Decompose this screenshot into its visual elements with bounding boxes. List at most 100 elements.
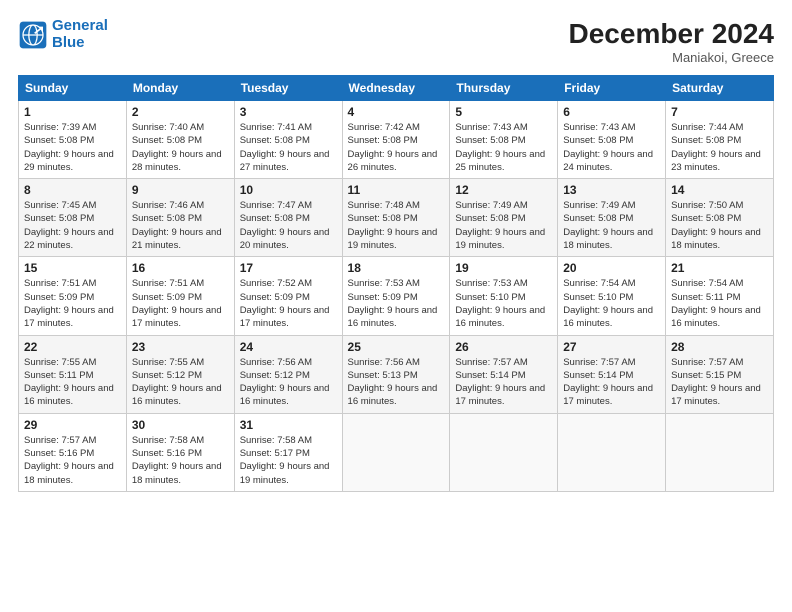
day-info: Sunrise: 7:53 AM Sunset: 5:09 PM Dayligh… <box>348 277 445 330</box>
sunrise-time: 7:57 AM <box>493 357 528 368</box>
sunrise-time: 7:39 AM <box>62 122 97 133</box>
sunset-label: Sunset: <box>671 292 706 303</box>
sunset-label: Sunset: <box>671 213 706 224</box>
sunset-label: Sunset: <box>348 213 383 224</box>
sunrise-time: 7:46 AM <box>169 200 204 211</box>
daylight-label: Daylight: 9 hours and 21 minutes. <box>132 227 222 251</box>
sunset-time: 5:17 PM <box>275 448 310 459</box>
sunrise-time: 7:55 AM <box>169 357 204 368</box>
calendar-day-cell: 5 Sunrise: 7:43 AM Sunset: 5:08 PM Dayli… <box>450 101 558 179</box>
day-info: Sunrise: 7:50 AM Sunset: 5:08 PM Dayligh… <box>671 199 768 252</box>
sunset-label: Sunset: <box>132 213 167 224</box>
sunrise-label: Sunrise: <box>132 200 170 211</box>
sunset-label: Sunset: <box>455 213 490 224</box>
sunrise-time: 7:42 AM <box>385 122 420 133</box>
daylight-label: Daylight: 9 hours and 17 minutes. <box>240 305 330 329</box>
day-number: 15 <box>24 261 121 275</box>
calendar-header-cell: Saturday <box>666 76 774 101</box>
calendar-table: SundayMondayTuesdayWednesdayThursdayFrid… <box>18 75 774 492</box>
daylight-label: Daylight: 9 hours and 16 minutes. <box>348 305 438 329</box>
day-number: 4 <box>348 105 445 119</box>
day-number: 8 <box>24 183 121 197</box>
sunset-label: Sunset: <box>455 292 490 303</box>
sunset-time: 5:08 PM <box>382 213 417 224</box>
month-title: December 2024 <box>569 18 774 50</box>
day-info: Sunrise: 7:52 AM Sunset: 5:09 PM Dayligh… <box>240 277 337 330</box>
sunrise-label: Sunrise: <box>348 357 386 368</box>
daylight-label: Daylight: 9 hours and 19 minutes. <box>348 227 438 251</box>
day-number: 23 <box>132 340 229 354</box>
calendar-day-cell: 16 Sunrise: 7:51 AM Sunset: 5:09 PM Dayl… <box>126 257 234 335</box>
sunrise-label: Sunrise: <box>563 122 601 133</box>
sunset-time: 5:13 PM <box>382 370 417 381</box>
sunset-label: Sunset: <box>240 370 275 381</box>
sunrise-time: 7:56 AM <box>277 357 312 368</box>
sunset-time: 5:09 PM <box>275 292 310 303</box>
daylight-label: Daylight: 9 hours and 26 minutes. <box>348 149 438 173</box>
sunset-label: Sunset: <box>455 370 490 381</box>
sunset-label: Sunset: <box>132 292 167 303</box>
sunset-label: Sunset: <box>132 135 167 146</box>
sunrise-label: Sunrise: <box>455 200 493 211</box>
sunset-time: 5:16 PM <box>167 448 202 459</box>
calendar-week-row: 15 Sunrise: 7:51 AM Sunset: 5:09 PM Dayl… <box>19 257 774 335</box>
sunrise-label: Sunrise: <box>671 200 709 211</box>
sunrise-label: Sunrise: <box>24 357 62 368</box>
sunrise-time: 7:43 AM <box>493 122 528 133</box>
sunset-label: Sunset: <box>24 370 59 381</box>
sunset-label: Sunset: <box>563 135 598 146</box>
day-info: Sunrise: 7:49 AM Sunset: 5:08 PM Dayligh… <box>563 199 660 252</box>
sunrise-time: 7:53 AM <box>493 278 528 289</box>
day-number: 6 <box>563 105 660 119</box>
calendar-day-cell: 24 Sunrise: 7:56 AM Sunset: 5:12 PM Dayl… <box>234 335 342 413</box>
day-number: 27 <box>563 340 660 354</box>
daylight-label: Daylight: 9 hours and 27 minutes. <box>240 149 330 173</box>
day-info: Sunrise: 7:56 AM Sunset: 5:12 PM Dayligh… <box>240 356 337 409</box>
calendar-day-cell: 3 Sunrise: 7:41 AM Sunset: 5:08 PM Dayli… <box>234 101 342 179</box>
calendar-day-cell: 17 Sunrise: 7:52 AM Sunset: 5:09 PM Dayl… <box>234 257 342 335</box>
day-number: 25 <box>348 340 445 354</box>
calendar-header-cell: Friday <box>558 76 666 101</box>
calendar-day-cell: 11 Sunrise: 7:48 AM Sunset: 5:08 PM Dayl… <box>342 179 450 257</box>
sunrise-label: Sunrise: <box>563 278 601 289</box>
sunset-label: Sunset: <box>240 292 275 303</box>
sunrise-time: 7:49 AM <box>601 200 636 211</box>
daylight-label: Daylight: 9 hours and 16 minutes. <box>671 305 761 329</box>
day-info: Sunrise: 7:55 AM Sunset: 5:11 PM Dayligh… <box>24 356 121 409</box>
day-info: Sunrise: 7:48 AM Sunset: 5:08 PM Dayligh… <box>348 199 445 252</box>
daylight-label: Daylight: 9 hours and 25 minutes. <box>455 149 545 173</box>
sunrise-time: 7:57 AM <box>601 357 636 368</box>
day-number: 17 <box>240 261 337 275</box>
sunset-time: 5:12 PM <box>275 370 310 381</box>
sunrise-time: 7:58 AM <box>277 435 312 446</box>
daylight-label: Daylight: 9 hours and 19 minutes. <box>455 227 545 251</box>
calendar-day-cell: 4 Sunrise: 7:42 AM Sunset: 5:08 PM Dayli… <box>342 101 450 179</box>
day-number: 1 <box>24 105 121 119</box>
daylight-label: Daylight: 9 hours and 17 minutes. <box>563 383 653 407</box>
logo-text: General Blue <box>52 18 108 51</box>
day-info: Sunrise: 7:47 AM Sunset: 5:08 PM Dayligh… <box>240 199 337 252</box>
day-info: Sunrise: 7:41 AM Sunset: 5:08 PM Dayligh… <box>240 121 337 174</box>
day-info: Sunrise: 7:57 AM Sunset: 5:15 PM Dayligh… <box>671 356 768 409</box>
sunset-label: Sunset: <box>348 135 383 146</box>
sunset-time: 5:08 PM <box>490 135 525 146</box>
calendar-day-cell: 15 Sunrise: 7:51 AM Sunset: 5:09 PM Dayl… <box>19 257 127 335</box>
calendar-day-cell: 1 Sunrise: 7:39 AM Sunset: 5:08 PM Dayli… <box>19 101 127 179</box>
daylight-label: Daylight: 9 hours and 18 minutes. <box>563 227 653 251</box>
sunrise-time: 7:54 AM <box>601 278 636 289</box>
day-info: Sunrise: 7:57 AM Sunset: 5:14 PM Dayligh… <box>563 356 660 409</box>
daylight-label: Daylight: 9 hours and 24 minutes. <box>563 149 653 173</box>
day-number: 28 <box>671 340 768 354</box>
sunset-label: Sunset: <box>348 370 383 381</box>
sunset-time: 5:16 PM <box>59 448 94 459</box>
sunrise-label: Sunrise: <box>563 200 601 211</box>
daylight-label: Daylight: 9 hours and 17 minutes. <box>671 383 761 407</box>
sunrise-label: Sunrise: <box>563 357 601 368</box>
location: Maniakoi, Greece <box>569 50 774 65</box>
calendar-week-row: 22 Sunrise: 7:55 AM Sunset: 5:11 PM Dayl… <box>19 335 774 413</box>
sunset-label: Sunset: <box>240 135 275 146</box>
calendar-header-cell: Sunday <box>19 76 127 101</box>
sunset-time: 5:14 PM <box>490 370 525 381</box>
sunrise-label: Sunrise: <box>240 122 278 133</box>
sunset-time: 5:09 PM <box>167 292 202 303</box>
